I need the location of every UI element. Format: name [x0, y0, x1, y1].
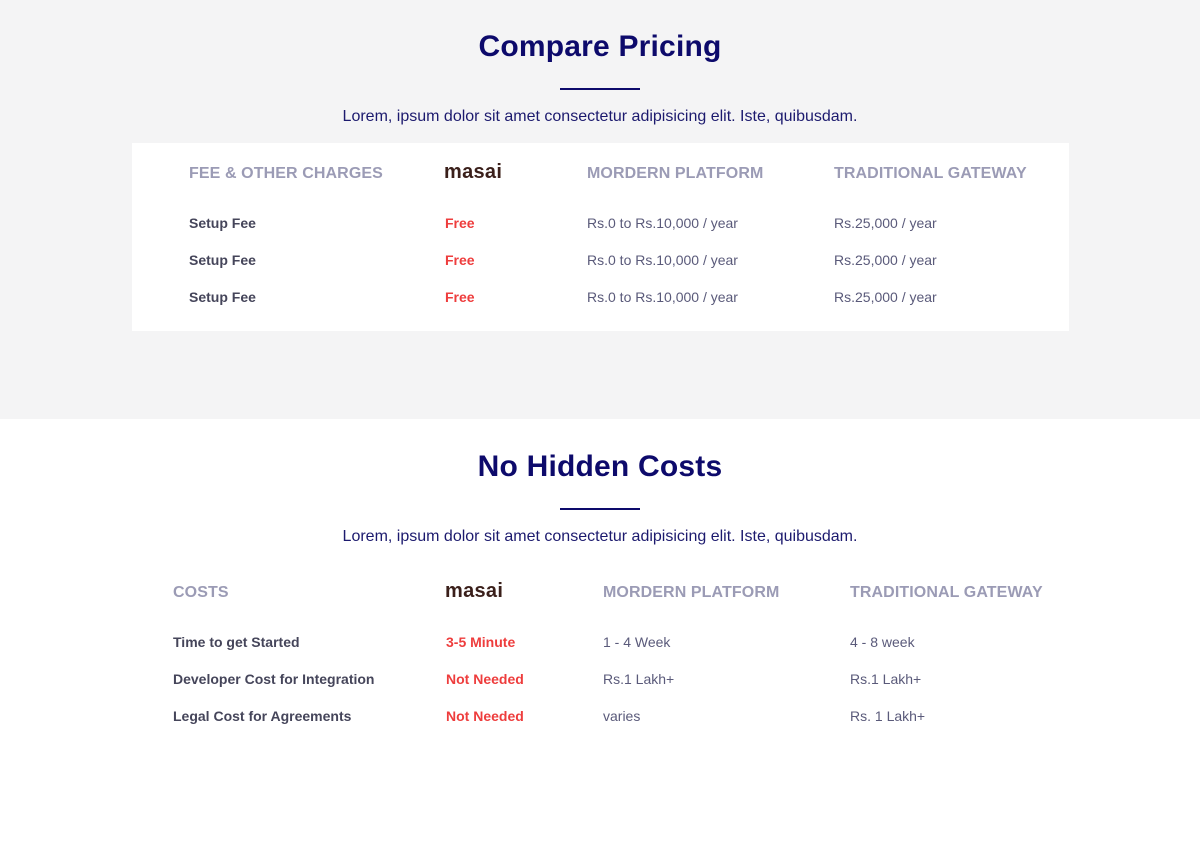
- row-brand-value: Free: [445, 289, 475, 305]
- row-label: Time to get Started: [173, 634, 300, 650]
- row-modern-value: varies: [603, 708, 641, 724]
- column-header-costs: COSTS: [173, 584, 229, 601]
- row-label: Setup Fee: [189, 289, 256, 305]
- row-modern-value: Rs.0 to Rs.10,000 / year: [587, 289, 738, 305]
- masai-logo: masai: [445, 580, 503, 603]
- row-traditional-value: Rs.25,000 / year: [834, 252, 937, 268]
- row-brand-value: 3-5 Minute: [446, 634, 516, 650]
- pricing-table-card: FEE & OTHER CHARGES masai MORDERN PLATFO…: [132, 143, 1069, 331]
- title-underline: [560, 508, 640, 510]
- row-brand-value: Not Needed: [446, 708, 524, 724]
- compare-pricing-subtitle: Lorem, ipsum dolor sit amet consectetur …: [342, 108, 858, 125]
- row-label: Developer Cost for Integration: [173, 671, 375, 687]
- row-brand-value: Not Needed: [446, 671, 524, 687]
- row-modern-value: Rs.0 to Rs.10,000 / year: [587, 215, 738, 231]
- row-brand-value: Free: [445, 252, 475, 268]
- compare-pricing-section: Compare Pricing Lorem, ipsum dolor sit a…: [0, 0, 1200, 419]
- compare-pricing-title: Compare Pricing: [478, 30, 722, 63]
- row-traditional-value: Rs.25,000 / year: [834, 289, 937, 305]
- row-label: Setup Fee: [189, 215, 256, 231]
- row-traditional-value: 4 - 8 week: [850, 634, 915, 650]
- no-hidden-costs-subtitle: Lorem, ipsum dolor sit amet consectetur …: [342, 528, 858, 545]
- row-brand-value: Free: [445, 215, 475, 231]
- masai-logo-text: masai: [445, 580, 504, 602]
- row-modern-value: 1 - 4 Week: [603, 634, 671, 650]
- row-modern-value: Rs.1 Lakh+: [603, 671, 675, 687]
- masai-logo: masai: [444, 161, 502, 184]
- row-modern-value: Rs.0 to Rs.10,000 / year: [587, 252, 738, 268]
- row-label: Legal Cost for Agreements: [173, 708, 352, 724]
- no-hidden-costs-section: No Hidden Costs Lorem, ipsum dolor sit a…: [0, 419, 1200, 841]
- masai-logo-text: masai: [444, 161, 503, 183]
- column-header-traditional: TRADITIONAL GATEWAY: [850, 584, 1043, 601]
- title-underline: [560, 88, 640, 90]
- row-label: Setup Fee: [189, 252, 256, 268]
- row-traditional-value: Rs.25,000 / year: [834, 215, 937, 231]
- column-header-modern: MORDERN PLATFORM: [587, 165, 764, 182]
- column-header-fees: FEE & OTHER CHARGES: [189, 165, 383, 182]
- row-traditional-value: Rs.1 Lakh+: [850, 671, 922, 687]
- column-header-modern: MORDERN PLATFORM: [603, 584, 780, 601]
- no-hidden-costs-title: No Hidden Costs: [477, 450, 723, 483]
- column-header-traditional: TRADITIONAL GATEWAY: [834, 165, 1027, 182]
- row-traditional-value: Rs. 1 Lakh+: [850, 708, 926, 724]
